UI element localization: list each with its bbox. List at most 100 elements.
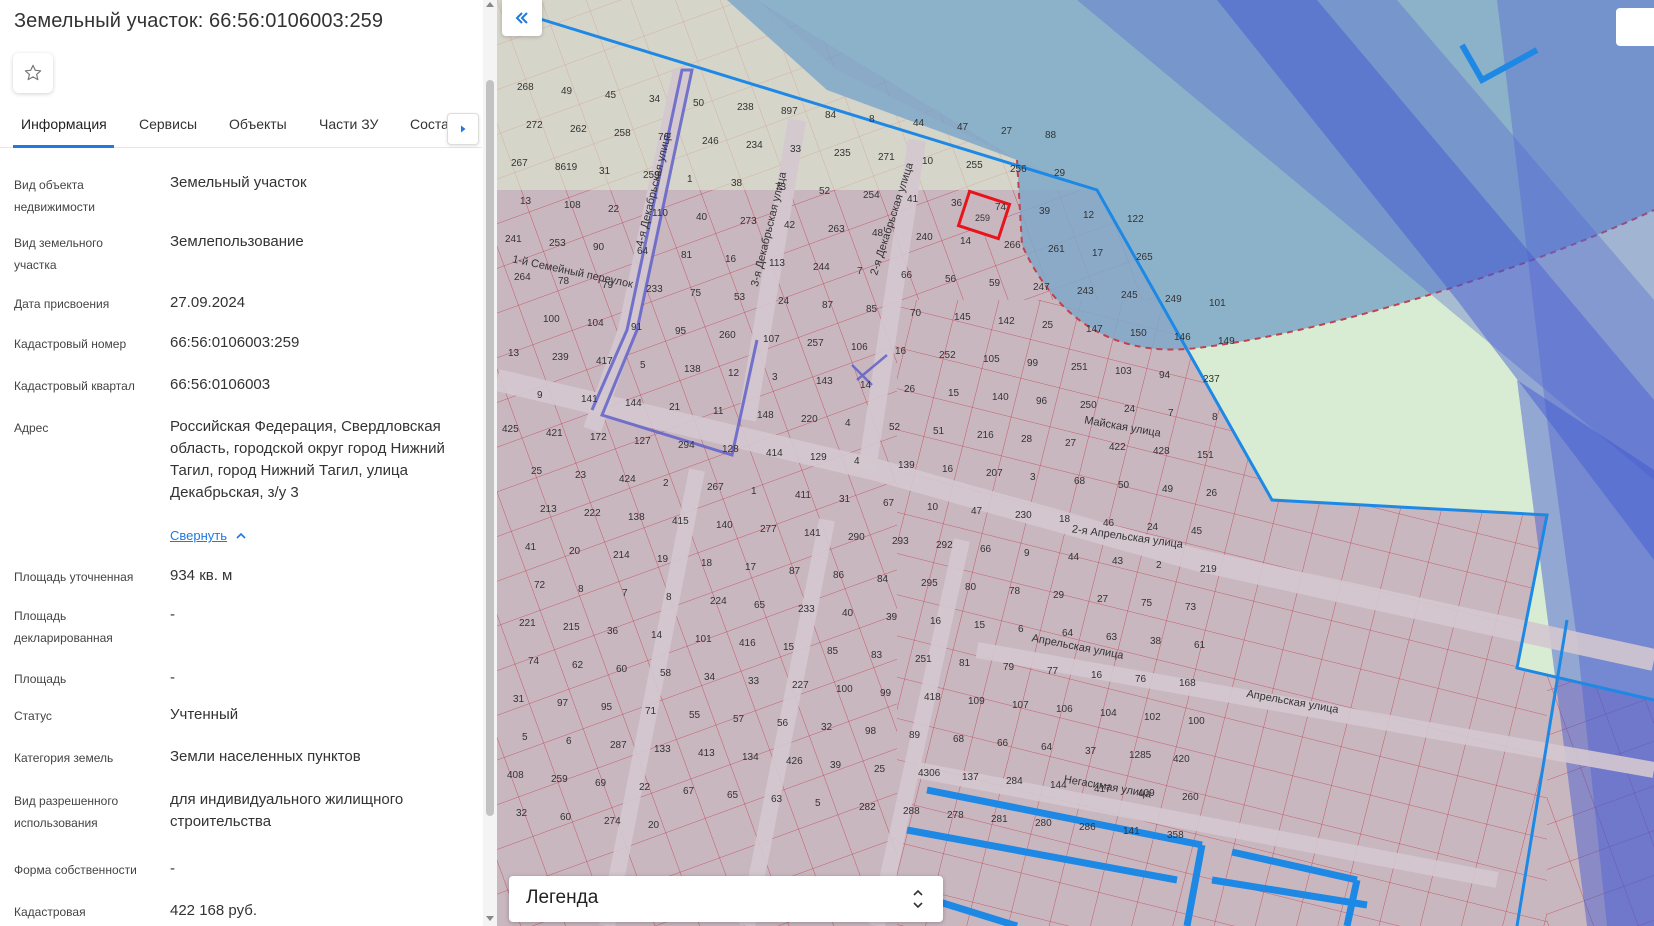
collapse-address-link[interactable]: Свернуть [170,528,227,543]
parcel-number: 77 [1047,666,1059,677]
parcel-number: 100 [1188,716,1205,727]
parcel-number: 106 [1056,704,1073,715]
parcel-number: 55 [689,710,701,721]
parcel-number: 84 [825,110,837,121]
parcel-number: 134 [742,752,759,763]
parcel-number: 14 [651,630,663,641]
scroll-up-arrow[interactable] [486,2,494,7]
parcel-number: 24 [778,296,790,307]
parcel-number: 14 [860,380,872,391]
parcel-number: 56 [945,274,957,285]
parcel-number: 78 [1009,586,1021,597]
parcel-number: 207 [986,468,1003,479]
parcel-number: 63 [771,794,783,805]
parcel-number: 32 [516,808,528,819]
parcel-number: 65 [727,790,739,801]
parcel-number: 172 [590,432,607,443]
parcel-number: 230 [1015,510,1032,521]
collapse-address-toggle[interactable]: Свернуть [170,528,247,543]
parcel-number: 428 [1153,446,1170,457]
parcel-number: 87 [822,300,834,311]
parcel-number: 41 [525,542,537,553]
parcel-number: 34 [704,672,716,683]
tab-parts[interactable]: Части ЗУ [319,116,378,132]
parcel-number: 227 [792,680,809,691]
row-value: для индивидуального жилищного строительс… [170,791,404,830]
parcel-number: 24 [1124,404,1136,415]
parcel-number: 49 [1162,484,1174,495]
row-value: - [170,860,175,877]
parcel-number: 8 [1212,412,1218,423]
favorite-button[interactable] [13,53,53,93]
scroll-thumb[interactable] [486,80,494,816]
parcel-number: 284 [1006,776,1023,787]
parcel-number: 52 [819,186,831,197]
parcel-number: 2 [1156,560,1162,571]
parcel-number: 290 [848,532,865,543]
tabs-scroll-right-button[interactable] [447,113,479,145]
parcel-number: 33 [790,144,802,155]
parcel-number: 43 [1112,556,1124,567]
parcel-number: 94 [1159,370,1171,381]
parcel-number: 34 [649,94,661,105]
parcel-number: 37 [1085,746,1097,757]
parcel-number: 5 [640,360,646,371]
legend-dropdown[interactable]: Легенда [509,876,943,922]
parcel-number: 45 [1191,526,1203,537]
parcel-number: 424 [619,474,636,485]
parcel-number: 107 [1012,700,1029,711]
map-corner-control[interactable] [1616,8,1654,46]
row-label: Вид объекта недвижимости [14,178,95,214]
parcel-number: 59 [989,278,1001,289]
collapse-panel-button[interactable] [502,0,542,36]
selected-parcel-number: 259 [975,213,990,223]
parcel-number: 420 [1173,754,1190,765]
parcel-number: 107 [763,334,780,345]
parcel-number: 214 [613,550,630,561]
parcel-number: 64 [1062,628,1074,639]
parcel-number: 260 [719,330,736,341]
parcel-number: 15 [974,620,986,631]
parcel-number: 38 [1150,636,1162,647]
parcel-number: 282 [859,802,876,813]
parcel-number: 411 [795,490,811,501]
cadastral-map[interactable]: 4-я Декабрьская улица 3-я Декабрьская ули… [497,0,1654,926]
parcel-number: 261 [1048,244,1065,255]
parcel-number: 234 [746,140,763,151]
parcel-number: 88 [1045,130,1057,141]
scroll-down-arrow[interactable] [486,916,494,921]
parcel-number: 6 [1018,624,1024,635]
parcel-number: 140 [716,520,733,531]
parcel-number: 27 [1065,438,1077,449]
parcel-number: 241 [505,234,522,245]
parcel-number: 142 [998,316,1015,327]
parcel-number: 41 [907,194,919,205]
parcel-number: 233 [798,604,815,615]
map-canvas[interactable]: 4-я Декабрьская улица 3-я Декабрьская ули… [497,0,1654,926]
parcel-number: 66 [997,738,1009,749]
parcel-number: 253 [549,238,566,249]
parcel-number: 220 [801,414,818,425]
tab-composition[interactable]: Соста [410,116,449,132]
parcel-number: 128 [722,444,739,455]
tab-info[interactable]: Информация [21,116,107,132]
tab-objects[interactable]: Объекты [229,116,287,132]
parcel-number: 81 [959,658,971,669]
parcel-number: 168 [1179,678,1196,689]
parcel-number: 48 [872,228,884,239]
parcel-number: 13 [520,196,532,207]
panel-scrollbar[interactable] [483,0,497,926]
parcel-number: 24 [1147,522,1159,533]
parcel-number: 103 [1115,366,1132,377]
parcel-number: 79 [1003,662,1015,673]
parcel-number: 138 [628,512,645,523]
parcel-number: 137 [962,772,979,783]
parcel-number: 20 [569,546,581,557]
parcel-number: 292 [936,540,953,551]
parcel-number: 45 [605,90,617,101]
parcel-number: 25 [1042,320,1054,331]
tab-services[interactable]: Сервисы [139,116,197,132]
parcel-number: 109 [968,696,985,707]
parcel-number: 277 [760,524,777,535]
parcel-number: 29 [1054,168,1066,179]
